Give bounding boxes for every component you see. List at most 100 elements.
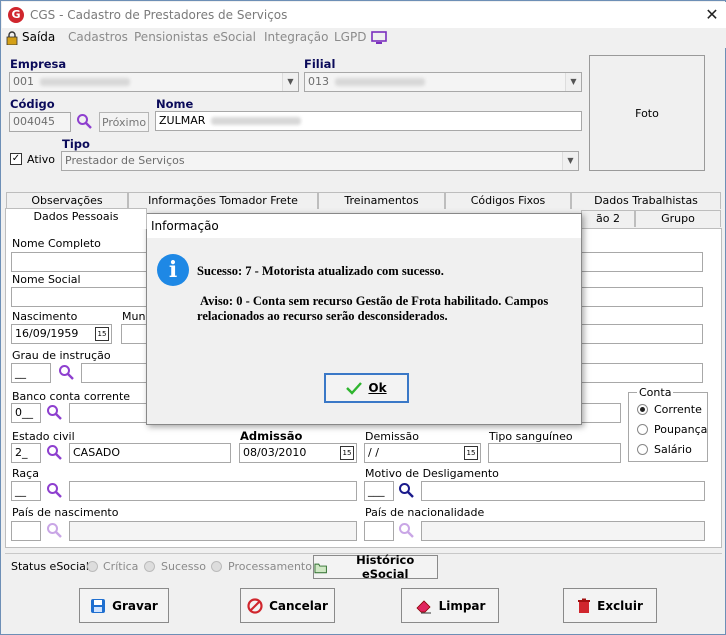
nascimento-label: Nascimento [12, 310, 78, 323]
radio-corrente[interactable] [637, 404, 648, 415]
pais-nacionalidade-label: País de nacionalidade [365, 506, 485, 519]
search-icon[interactable] [46, 482, 62, 498]
tab-grupo[interactable]: Grupo [635, 210, 721, 227]
demissao-label: Demissão [365, 430, 419, 443]
motivo-code[interactable]: ___ [364, 481, 394, 501]
cancelar-button[interactable]: Cancelar [240, 588, 335, 623]
tab-observacoes[interactable]: Observações [6, 192, 128, 209]
tipo-select[interactable]: Prestador de Serviços ▼ [61, 151, 579, 171]
check-icon [346, 382, 363, 395]
grau-instrucao-code[interactable]: __ [11, 363, 51, 383]
raca-desc[interactable] [69, 481, 357, 501]
grau-instrucao-label: Grau de instrução [12, 349, 111, 362]
monitor-icon[interactable] [371, 31, 387, 45]
close-icon[interactable]: ✕ [698, 4, 726, 26]
menu-integracao[interactable]: Integração [264, 30, 328, 44]
radio-corrente-label: Corrente [654, 403, 702, 416]
estado-civil-desc[interactable]: CASADO [69, 443, 231, 463]
tab-dados-pessoais[interactable]: Dados Pessoais [5, 208, 147, 229]
tab-informacoes-tomador-frete[interactable]: Informações Tomador Frete [128, 192, 318, 209]
pais-nacionalidade-desc [421, 521, 705, 541]
radio-salario-label: Salário [654, 443, 692, 456]
motivo-label: Motivo de Desligamento [365, 467, 499, 480]
banco-code[interactable]: 0__ [11, 403, 41, 423]
search-icon[interactable] [46, 404, 62, 420]
tipo-sanguineo-field[interactable] [488, 443, 621, 463]
tab-dados-trabalhistas[interactable]: Dados Trabalhistas [571, 192, 721, 209]
nome-field[interactable]: ZULMAR [155, 111, 582, 131]
tipo-sanguineo-label: Tipo sanguíneo [489, 430, 573, 443]
gravar-button[interactable]: Gravar [79, 588, 169, 623]
title-bar: G CGS - Cadastro de Prestadores de Servi… [2, 2, 726, 28]
demissao-field[interactable]: / /15 [364, 443, 481, 463]
radio-poupanca[interactable] [637, 424, 648, 435]
codigo-label: Código [10, 97, 55, 111]
search-icon[interactable] [398, 522, 414, 538]
menu-cadastros[interactable]: Cadastros [68, 30, 128, 44]
ativo-checkbox[interactable]: ✓ [10, 153, 22, 165]
codigo-field[interactable]: 004045 [9, 112, 71, 132]
chevron-down-icon[interactable]: ▼ [562, 152, 578, 170]
pais-nacionalidade-code[interactable] [364, 521, 394, 541]
limpar-button[interactable]: Limpar [401, 588, 499, 623]
menu-esocial[interactable]: eSocial [213, 30, 256, 44]
calendar-icon[interactable]: 15 [464, 446, 478, 460]
status-esocial-label: Status eSocial: [11, 560, 93, 573]
tipo-label: Tipo [62, 137, 90, 151]
estado-civil-label: Estado civil [12, 430, 75, 443]
admissao-field[interactable]: 08/03/2010 15 [239, 443, 357, 463]
banco-label: Banco conta corrente [12, 390, 131, 403]
filial-label: Filial [304, 57, 336, 71]
search-icon[interactable] [76, 113, 92, 129]
nome-social-label: Nome Social [12, 273, 81, 286]
photo-label: Foto [635, 106, 659, 120]
search-icon[interactable] [46, 522, 62, 538]
ativo-label: Ativo [27, 153, 55, 166]
radio-sucesso [144, 561, 155, 572]
filial-select[interactable]: 013 ▼ [304, 72, 582, 92]
tab-ao-2[interactable]: ão 2 [581, 210, 635, 227]
photo-box[interactable]: Foto [589, 55, 705, 171]
dialog-warning-text: Aviso: 0 - Conta sem recurso Gestão de F… [200, 294, 549, 308]
app-logo-icon: G [8, 7, 24, 23]
menu-saida[interactable]: Saída [22, 30, 55, 44]
raca-code[interactable]: __ [11, 481, 41, 501]
search-icon[interactable] [58, 364, 74, 380]
empresa-select[interactable]: 001 ▼ [9, 72, 299, 92]
info-icon: i [157, 254, 189, 286]
admissao-label: Admissão [240, 429, 303, 443]
motivo-desc[interactable] [421, 481, 705, 501]
chevron-down-icon[interactable]: ▼ [565, 73, 581, 91]
nascimento-field[interactable]: 16/09/1959 15 [11, 324, 112, 344]
radio-critica [87, 561, 98, 572]
historico-esocial-button[interactable]: Histórico eSocial [313, 553, 438, 581]
radio-poupanca-label: Poupança [654, 423, 708, 436]
menu-lgpd[interactable]: LGPD [334, 30, 366, 44]
tab-treinamentos[interactable]: Treinamentos [318, 192, 445, 209]
radio-salario[interactable] [637, 444, 648, 455]
trash-icon [578, 598, 591, 613]
menu-pensionistas[interactable]: Pensionistas [134, 30, 208, 44]
folder-icon [314, 563, 327, 574]
estado-civil-code[interactable]: 2_ [11, 443, 41, 463]
search-icon[interactable] [398, 482, 414, 498]
radio-sucesso-label: Sucesso [161, 560, 206, 573]
save-icon [91, 598, 106, 613]
conta-label: Conta [637, 386, 674, 399]
chevron-down-icon[interactable]: ▼ [282, 73, 298, 91]
main-window: G CGS - Cadastro de Prestadores de Servi… [0, 0, 726, 635]
pais-nascimento-code[interactable] [11, 521, 41, 541]
lock-icon [6, 31, 18, 45]
excluir-button[interactable]: Excluir [563, 588, 657, 623]
nome-completo-label: Nome Completo [12, 237, 101, 250]
calendar-icon[interactable]: 15 [95, 327, 109, 341]
ok-button[interactable]: Ok [324, 373, 409, 403]
menu-bar: Saída Cadastros Pensionistas eSocial Int… [2, 28, 726, 48]
nome-label: Nome [156, 97, 194, 111]
next-button[interactable]: Próximo [99, 112, 149, 132]
info-dialog: Informação i Sucesso: 7 - Motorista atua… [146, 213, 582, 425]
tab-codigos-fixos[interactable]: Códigos Fixos [445, 192, 571, 209]
calendar-icon[interactable]: 15 [340, 446, 354, 460]
radio-processamento [211, 561, 222, 572]
search-icon[interactable] [46, 444, 62, 460]
